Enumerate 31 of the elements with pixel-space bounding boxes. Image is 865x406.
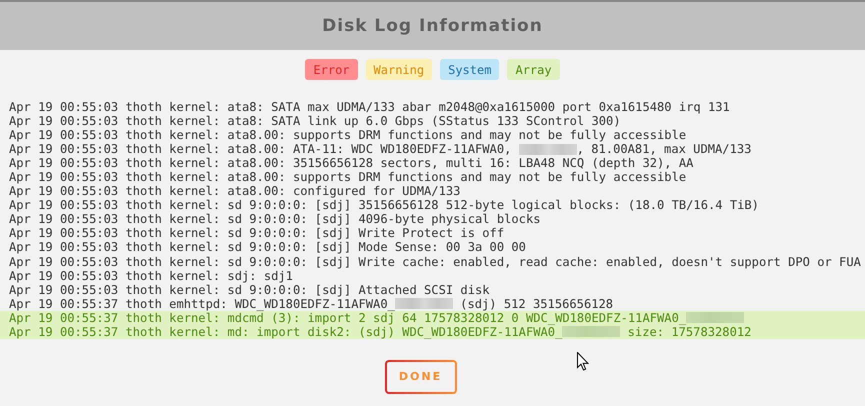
log-text: Apr 19 00:55:37 thoth kernel: mdcmd (3): import 2 sdj 64 17578328012 0 WDC_WD180EDFZ-11AFWA0_: [9, 310, 686, 325]
log-text: Apr 19 00:55:03 thoth kernel: ata8.00: 35156656128 sectors, multi 16: LBA48 NCQ (depth 32), AA: [9, 156, 694, 170]
mouse-pointer-icon: [577, 352, 589, 371]
redacted-block: [562, 326, 620, 338]
log-text: Apr 19 00:55:03 thoth kernel: ata8: SATA link up 6.0 Gbps (SStatus 133 SControl 300): [9, 114, 621, 128]
legend-tag: System: [440, 59, 500, 80]
log-text: , 81.00A81, max UDMA/133: [576, 142, 752, 156]
log-text: Apr 19 00:55:03 thoth kernel: sd 9:0:0:0: [sdj] 4096-byte physical blocks: [9, 212, 541, 226]
legend-tag: Array: [507, 59, 560, 80]
redacted-block: [686, 312, 744, 324]
done-button[interactable]: DONE: [384, 360, 456, 394]
log-text: Apr 19 00:55:03 thoth kernel: ata8.00: supports DRM functions and may not be fully accessible: [9, 170, 686, 184]
log-text: Apr 19 00:55:03 thoth kernel: sd 9:0:0:0: [sdj] Attached SCSI disk: [9, 282, 490, 297]
log-text: Apr 19 00:55:37 thoth kernel: md: import disk2: (sdj) WDC_WD180EDFZ-11AFWA0_: [9, 324, 562, 339]
log-text: Apr 19 00:55:03 thoth kernel: ata8.00: supports DRM functions and may not be fully accessible: [9, 128, 686, 142]
redacted-block: [394, 298, 453, 310]
log-text: Apr 19 00:55:03 thoth kernel: ata8.00: ATA-11: WDC WD180EDFZ-11AFWA0,: [9, 142, 512, 156]
log-text: Apr 19 00:55:03 thoth kernel: sd 9:0:0:0: [sdj] 35156656128 512-byte logical blocks: (18.0 TB/16.4 TiB): [9, 198, 759, 212]
legend-tag: Warning: [366, 59, 432, 80]
log-text: Apr 19 00:55:37 thoth emhttpd: WDC_WD180EDFZ-11AFWA0_: [9, 296, 395, 311]
legend-tag: Error: [305, 59, 358, 80]
log-text: size: 17578328012: [628, 324, 752, 339]
log-text: Apr 19 00:55:03 thoth kernel: sd 9:0:0:0: [sdj] Mode Sense: 00 3a 00 00: [9, 240, 526, 255]
log-text: Apr 19 00:55:03 thoth kernel: ata8.00: configured for UDMA/133: [9, 184, 460, 198]
dialog-title: Disk Log Information: [322, 16, 543, 36]
redacted-block: [518, 144, 577, 155]
log-text: Apr 19 00:55:03 thoth kernel: ata8: SATA max UDMA/133 abar m2048@0xa1615000 port 0xa1615480 irq 131: [9, 100, 730, 114]
log-text: (sdj) 512 35156656128: [459, 296, 614, 311]
log-text: Apr 19 00:55:03 thoth kernel: sd 9:0:0:0: [sdj] Write Protect is off: [9, 226, 504, 240]
log-text: Apr 19 00:55:03 thoth kernel: sdj: sdj1: [9, 268, 293, 283]
log-text: Apr 19 00:55:03 thoth kernel: sd 9:0:0:0: [sdj] Write cache: enabled, read cache: enabled, doesn't support DPO or FUA: [9, 254, 861, 269]
